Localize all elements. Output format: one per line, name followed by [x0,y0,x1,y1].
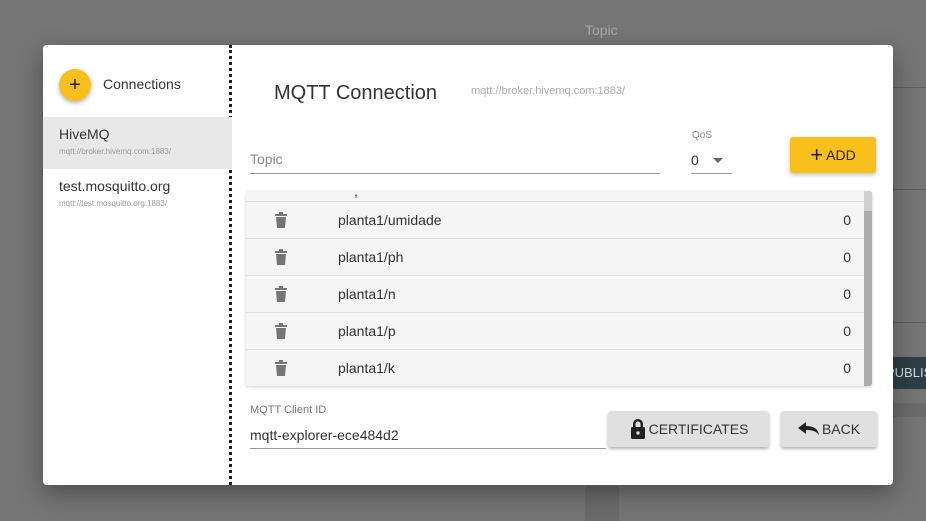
subscription-qos: 0 [843,212,851,228]
list-clipped-row: , [354,191,358,199]
trash-icon[interactable] [275,323,287,339]
scrollbar-thumb[interactable] [864,191,872,386]
certificates-label: CERTIFICATES [648,421,749,437]
add-button-label: ADD [826,147,856,163]
add-subscription-button[interactable]: + ADD [790,137,876,173]
plus-icon: + [810,142,824,167]
background-topic-label: Topic [585,22,618,38]
add-connection-button[interactable]: + [59,69,91,101]
connection-dialog: + Connections HiveMQ mqtt://broker.hivem… [43,45,893,485]
subscription-row: planta1/p 0 [246,312,864,349]
subscription-qos: 0 [843,249,851,265]
connection-name: HiveMQ [59,126,110,142]
scrollbar-up[interactable] [864,191,872,211]
qos-value: 0 [691,152,699,168]
dialog-title: MQTT Connection [274,82,438,104]
list-scrollbar[interactable] [864,191,872,386]
subscription-list: , planta1/umidade 0 planta1/ph 0 planta1… [246,191,872,386]
background-panel [585,486,619,521]
subscription-topic: planta1/ph [338,249,404,265]
subscription-row: planta1/k 0 [246,349,864,386]
back-button[interactable]: BACK [781,411,877,447]
qos-select[interactable]: 0 [691,147,732,174]
connection-item-mosquitto[interactable]: test.mosquitto.org mqtt://test.mosquitto… [43,169,232,221]
client-id-label: MQTT Client ID [250,404,327,416]
subscription-row: planta1/ph 0 [246,238,864,275]
subscription-row: planta1/umidade 0 [246,201,864,238]
subscription-qos: 0 [843,360,851,376]
undo-icon [797,422,819,435]
chevron-down-icon [713,158,723,163]
certificates-button[interactable]: CERTIFICATES [608,411,769,447]
subscription-qos: 0 [843,286,851,302]
connections-sidebar: + Connections HiveMQ mqtt://broker.hivem… [43,45,232,485]
qos-label: QoS [692,130,713,141]
trash-icon[interactable] [275,212,287,228]
connection-name: test.mosquitto.org [59,178,171,194]
subscription-topic: planta1/p [338,323,396,339]
connection-url: mqtt://broker.hivemq.com:1883/ [59,147,172,156]
plus-icon: + [69,74,81,96]
subscription-topic: planta1/n [338,286,396,302]
subscription-row: planta1/n 0 [246,275,864,312]
back-label: BACK [821,421,861,437]
lock-icon [630,419,645,439]
subscription-qos: 0 [843,323,851,339]
trash-icon[interactable] [275,360,287,376]
trash-icon[interactable] [275,249,287,265]
connection-settings: MQTT Connection mqtt://broker.hivemq.com… [235,45,893,485]
subscription-topic: planta1/umidade [338,212,442,228]
connection-item-hivemq[interactable]: HiveMQ mqtt://broker.hivemq.com:1883/ [43,117,232,169]
connection-url-subtitle: mqtt://broker.hivemq.com:1883/ [471,85,626,97]
connections-title: Connections [103,76,181,92]
trash-icon[interactable] [275,286,287,302]
topic-field [250,145,660,174]
background-panel [893,403,926,417]
subscription-topic: planta1/k [338,360,395,376]
topic-input[interactable] [250,145,660,167]
connection-url: mqtt://test.mosquitto.org:1883/ [59,199,168,208]
client-id-field[interactable]: mqtt-explorer-ece484d2 [250,423,606,449]
